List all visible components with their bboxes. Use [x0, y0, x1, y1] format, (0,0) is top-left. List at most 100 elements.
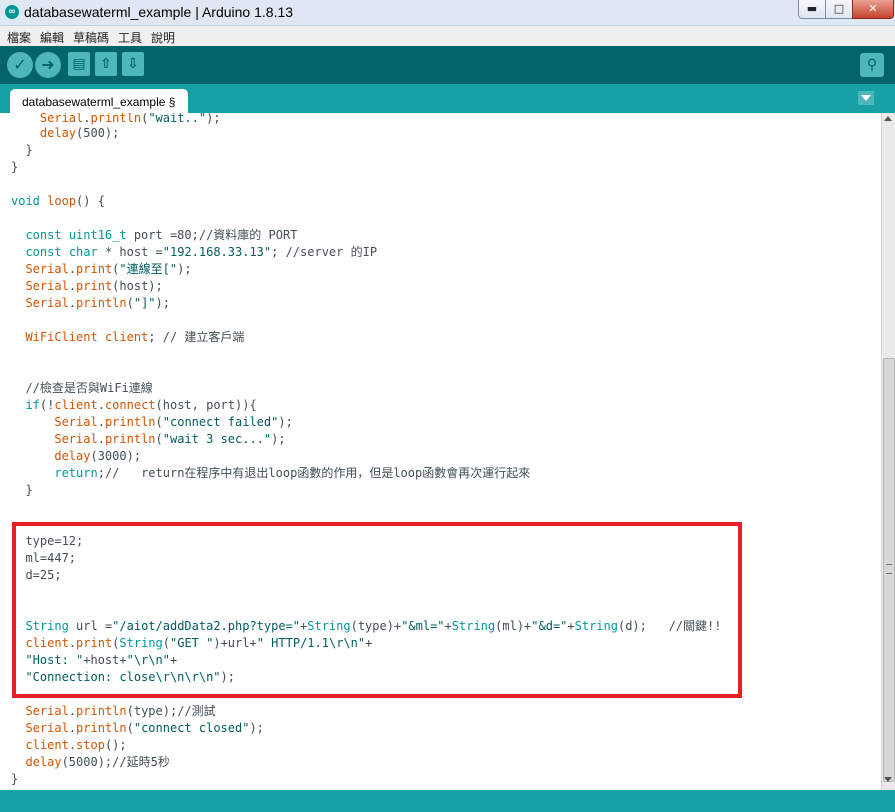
code-token: void [11, 194, 40, 208]
menu-help[interactable]: 說明 [151, 29, 175, 46]
toolbar: ✓ ➜ ▤ ⇧ ⇩ ⚲ [0, 46, 895, 84]
vertical-scrollbar[interactable] [881, 113, 895, 790]
code-token: client [104, 330, 149, 344]
code-token: . [97, 415, 105, 429]
code-line: } [11, 771, 18, 788]
scroll-up-icon[interactable] [884, 116, 892, 121]
code-token: "連線至[" [119, 262, 178, 276]
code-token: if [25, 398, 40, 412]
code-token: + [169, 653, 178, 667]
code-token: "GET " [170, 636, 214, 650]
code-token: String [451, 619, 496, 633]
code-token: delay [54, 449, 91, 463]
code-line: delay(500); [11, 125, 119, 142]
menu-sketch[interactable]: 草稿碼 [73, 29, 109, 46]
scroll-down-icon[interactable] [884, 777, 892, 782]
code-token: ( [155, 415, 163, 429]
code-token: "\r\n" [126, 653, 170, 667]
code-line: Serial.println("wait 3 sec..."); [11, 431, 285, 448]
code-line: type=12; [11, 533, 83, 550]
code-token: + [444, 619, 452, 633]
code-token: . [68, 738, 77, 752]
code-token: "&d=" [531, 619, 568, 633]
code-token: loop [47, 194, 77, 208]
code-token: uint16_t [68, 228, 127, 242]
tab-sketch[interactable]: databasewaterml_example § [10, 89, 188, 113]
code-token: //測試 [177, 704, 216, 718]
code-token: //關鍵!! [668, 619, 722, 633]
code-token: println [76, 704, 127, 718]
code-token: ); [249, 721, 264, 735]
code-token: return [54, 466, 98, 480]
code-line: if(!client.connect(host, port)){ [11, 397, 257, 414]
code-line: Serial.print(host); [11, 278, 162, 295]
code-token: } [11, 772, 19, 786]
maximize-button[interactable]: □ [825, 0, 853, 19]
close-button[interactable]: ✕ [852, 0, 894, 19]
code-line: Serial.println(type);//測試 [11, 703, 216, 720]
code-editor[interactable]: Serial.println("wait.."); delay(500); }}… [0, 113, 881, 790]
new-sketch-icon[interactable]: ▤ [68, 52, 90, 76]
code-token: (); [104, 738, 127, 752]
code-line: client.stop(); [11, 737, 127, 754]
code-line: d=25; [11, 567, 62, 584]
code-token: Serial [25, 704, 69, 718]
tab-menu-dropdown-icon[interactable] [858, 91, 874, 105]
menu-bar: 檔案 編輯 草稿碼 工具 說明 [0, 26, 895, 46]
code-token: +host+ [83, 653, 127, 667]
code-token: * host = [97, 245, 163, 259]
code-token: delay [39, 126, 77, 140]
code-token: + [567, 619, 575, 633]
code-token: char [68, 245, 98, 259]
code-token: Serial [25, 279, 69, 293]
code-token: //延時5秒 [112, 755, 170, 769]
code-token: Serial [25, 262, 69, 276]
code-token: . [68, 262, 77, 276]
serial-monitor-icon[interactable]: ⚲ [860, 53, 884, 77]
code-token: type=12; [25, 534, 84, 548]
menu-tools[interactable]: 工具 [118, 29, 142, 46]
code-token: ); [220, 670, 235, 684]
minimize-button[interactable]: ▬ [798, 0, 826, 19]
code-token: Serial [25, 721, 69, 735]
code-token: (type)+ [350, 619, 402, 633]
code-token: () { [76, 194, 105, 208]
arduino-logo-icon: ∞ [5, 5, 19, 19]
save-sketch-icon[interactable]: ⇩ [122, 52, 144, 76]
menu-file[interactable]: 檔案 [7, 29, 31, 46]
menu-edit[interactable]: 編輯 [40, 29, 64, 46]
code-token: (500); [76, 126, 120, 140]
code-token: //資料庫的 PORT [198, 228, 298, 242]
code-token: const [25, 228, 62, 242]
code-token: println [90, 113, 142, 125]
code-token: Serial [39, 113, 84, 125]
open-sketch-icon[interactable]: ⇧ [95, 52, 117, 76]
code-token: (! [39, 398, 55, 412]
code-token: client [25, 738, 69, 752]
code-line: "Host: "+host+"\r\n"+ [11, 652, 177, 669]
upload-icon[interactable]: ➜ [35, 52, 61, 78]
code-token: . [68, 721, 77, 735]
code-line: void loop() { [11, 193, 105, 210]
code-token: . [83, 113, 91, 125]
code-token: Serial [54, 432, 98, 446]
scrollbar-thumb[interactable] [883, 358, 895, 782]
code-token: "connect failed" [162, 415, 279, 429]
code-token: ( [126, 296, 134, 310]
code-token: print [76, 279, 113, 293]
status-area [0, 790, 895, 812]
code-token: "wait 3 sec..." [162, 432, 272, 446]
code-token: String [307, 619, 351, 633]
code-line: Serial.print("連線至["); [11, 261, 191, 278]
code-token: "Host: " [25, 653, 84, 667]
code-token: "connect closed" [133, 721, 250, 735]
code-token: "wait.." [148, 113, 207, 125]
code-line: } [11, 482, 32, 499]
code-token: (host, port)){ [155, 398, 257, 412]
code-line: WiFiClient client; // 建立客戶端 [11, 329, 244, 346]
code-line: Serial.println("connect closed"); [11, 720, 264, 737]
verify-icon[interactable]: ✓ [7, 52, 33, 78]
code-token: (3000); [90, 449, 142, 463]
code-token: d=25; [25, 568, 62, 582]
